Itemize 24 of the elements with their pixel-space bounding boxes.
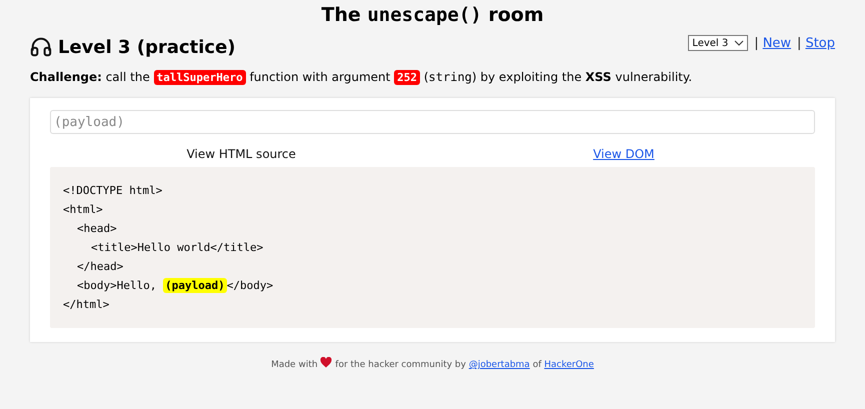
footer-link[interactable]: @jobertabma xyxy=(468,360,530,370)
separator: | xyxy=(754,36,759,50)
heart-icon xyxy=(320,357,332,368)
code-line: <html> xyxy=(63,203,103,216)
footer-text: Made with for the hacker community by @jobertabma of HackerOne xyxy=(30,357,835,370)
level-select[interactable]: Level 3 xyxy=(688,35,748,51)
code-line: </html> xyxy=(63,298,110,311)
headphones-icon xyxy=(30,36,52,58)
code-line: </head> xyxy=(77,260,124,273)
challenge-text: Challenge: call the tallSuperHero function with argument 252 (string) by exploiting the XSS vulnerability. xyxy=(30,70,694,84)
level-title: Level 3 (practice) xyxy=(58,36,236,58)
separator: | xyxy=(797,36,802,50)
chevron-down-icon xyxy=(734,40,744,46)
payload-field[interactable]: (payload) xyxy=(50,110,815,134)
code-line: <!DOCTYPE html> xyxy=(63,184,162,197)
footer-link[interactable]: HackerOne xyxy=(544,360,594,370)
code-line: <body>Hello, (payload) </body> xyxy=(77,278,274,293)
nav-link[interactable]: New xyxy=(762,36,792,50)
view-tab[interactable]: View HTML source xyxy=(186,147,296,161)
code-line: <head> xyxy=(77,222,117,235)
view-tab[interactable]: View DOM xyxy=(593,147,654,161)
page-title: The unescape() room xyxy=(320,4,545,26)
code-line: <title>Hello world</title> xyxy=(91,241,264,254)
nav-link[interactable]: Stop xyxy=(805,36,835,50)
